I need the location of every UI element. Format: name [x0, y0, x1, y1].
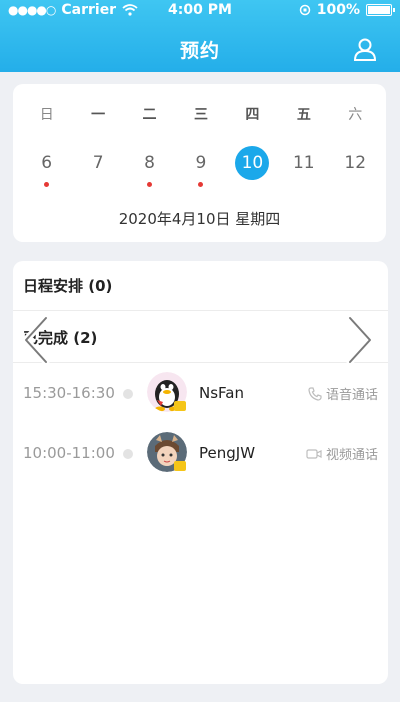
weekday-label: 日 [39, 107, 54, 123]
appointment-time: 15:30-16:30 [23, 384, 115, 402]
date-number: 11 [292, 153, 315, 173]
call-type-label: 视频通话 [325, 448, 378, 463]
calendar-card: 日 一 二 三 四 五 六 6 7 8 9 10 11 12 2020年4月10… [13, 84, 386, 242]
date-cell[interactable]: 7 [72, 146, 123, 188]
weekday-label: 一 [91, 107, 106, 123]
timeline-marker [123, 389, 133, 399]
page-title: 预约 [179, 40, 220, 62]
phone-icon [308, 386, 322, 401]
call-type[interactable]: 视频通话 [306, 444, 378, 463]
video-icon [306, 448, 322, 459]
status-bar: ●●●●○ Carrier 4:00 PM 100% [0, 0, 400, 22]
schedule-section-header[interactable]: 日程安排 (0) [13, 261, 388, 311]
appointment-row[interactable]: 10:00-11:00 PengJW 视频通话 [13, 424, 388, 482]
contact-name: NsFan [199, 384, 244, 402]
date-number: 8 [144, 153, 155, 173]
appointment-time: 10:00-11:00 [23, 444, 115, 462]
date-cell[interactable]: 9 [175, 146, 226, 188]
vip-badge [174, 401, 186, 411]
call-type[interactable]: 语音通话 [308, 384, 378, 403]
next-arrow-icon[interactable] [340, 312, 380, 368]
date-cell-selected[interactable]: 10 [227, 146, 278, 188]
previous-arrow-icon[interactable] [16, 312, 56, 368]
date-cell[interactable]: 11 [278, 146, 329, 188]
signal-icon: ●●●●○ [8, 3, 56, 17]
appointments-card: 日程安排 (0) 已完成 (2) 15:30-16:30 NsFan 语音通话 … [13, 261, 388, 684]
battery-icon [366, 4, 395, 16]
weekday-label: 五 [296, 107, 311, 123]
appointment-row[interactable]: 15:30-16:30 NsFan 语音通话 [13, 364, 388, 422]
date-number: 6 [41, 153, 53, 173]
date-cell[interactable]: 8 [124, 146, 175, 188]
top-bar: ●●●●○ Carrier 4:00 PM 100% 预约 [0, 0, 400, 72]
date-number: 12 [344, 153, 367, 173]
timeline-marker [123, 449, 133, 459]
date-number: 9 [195, 153, 207, 173]
appointment-dot [147, 182, 153, 187]
contact-name: PengJW [199, 444, 256, 462]
date-number: 10 [235, 146, 270, 180]
battery-percent: 100% [316, 2, 360, 18]
date-row: 6 7 8 9 10 11 12 [21, 146, 381, 188]
completed-section-header[interactable]: 已完成 (2) [13, 313, 388, 363]
date-cell[interactable]: 6 [21, 146, 72, 188]
weekday-label: 二 [142, 107, 157, 123]
selected-date-label: 2020年4月10日 星期四 [118, 210, 281, 228]
weekday-label: 三 [193, 107, 208, 123]
appointment-dot [198, 182, 204, 187]
weekday-label: 六 [348, 107, 363, 123]
profile-icon[interactable] [352, 36, 378, 62]
date-number: 7 [92, 153, 104, 173]
wifi-icon [122, 4, 138, 16]
carrier-label: Carrier [61, 2, 117, 18]
date-cell[interactable]: 12 [330, 146, 381, 188]
weekday-label: 四 [245, 107, 260, 123]
vip-badge [174, 461, 186, 471]
weekday-header: 日 一 二 三 四 五 六 [21, 104, 381, 124]
call-type-label: 语音通话 [325, 388, 378, 403]
appointment-dot [44, 182, 50, 187]
rotation-lock-icon [299, 4, 310, 16]
